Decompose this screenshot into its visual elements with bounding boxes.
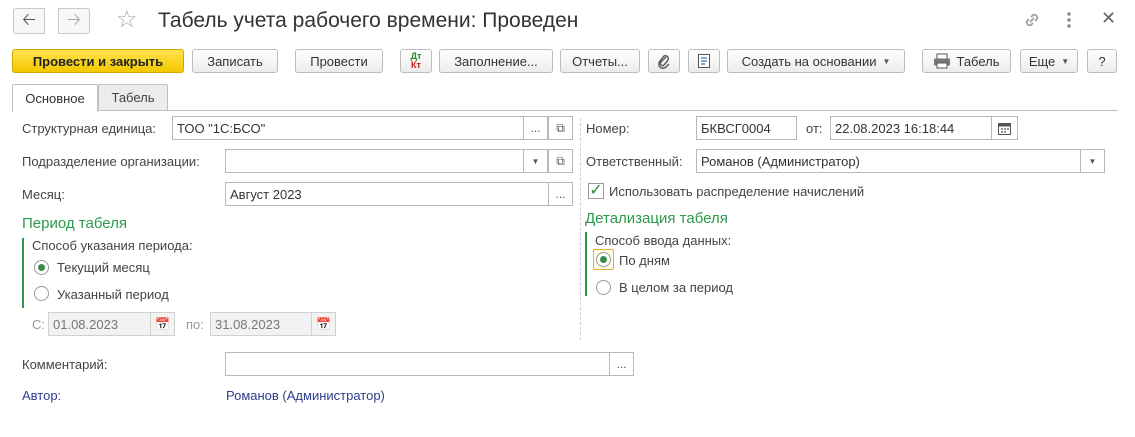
attach-button[interactable]: [648, 49, 680, 73]
tab-divider: [12, 110, 1118, 111]
caret-down-icon: ▼: [531, 156, 540, 166]
radio-specified-period[interactable]: [34, 286, 49, 301]
period-from-field[interactable]: 01.08.2023: [48, 312, 151, 336]
open-copy-icon: ⧉: [556, 153, 565, 168]
tab-timesheet[interactable]: Табель: [98, 84, 168, 110]
date-calendar-button[interactable]: [991, 116, 1018, 140]
document-icon: [697, 53, 711, 69]
struct-unit-field[interactable]: ТОО "1С:БСО": [172, 116, 524, 140]
more-vert-icon[interactable]: [1066, 10, 1072, 30]
page-title: Табель учета рабочего времени: Проведен: [158, 9, 579, 32]
tab-main[interactable]: Основное: [12, 84, 98, 112]
period-to-field[interactable]: 31.08.2023: [210, 312, 312, 336]
month-field[interactable]: Август 2023: [225, 182, 549, 206]
post-and-close-button[interactable]: Провести и закрыть: [12, 49, 184, 73]
date-field[interactable]: 22.08.2023 16:18:44: [830, 116, 992, 140]
caret-down-icon: ▼: [882, 56, 891, 66]
period-method-label: Способ указания периода:: [32, 238, 193, 253]
subdivision-dropdown-button[interactable]: ▼: [523, 149, 548, 173]
print-list-button[interactable]: [688, 49, 720, 73]
fill-button[interactable]: Заполнение...: [439, 49, 553, 73]
subdivision-open-button[interactable]: ⧉: [548, 149, 573, 173]
column-divider: [580, 118, 581, 340]
ellipsis-icon: ...: [555, 187, 566, 201]
subdivision-label: Подразделение организации:: [22, 154, 200, 169]
comment-edit-button[interactable]: ...: [609, 352, 634, 376]
comment-field[interactable]: [225, 352, 610, 376]
period-section-title: Период табеля: [22, 215, 127, 232]
printer-icon: [933, 53, 951, 69]
author-label: Автор:: [22, 388, 62, 403]
struct-unit-open-button[interactable]: ⧉: [548, 116, 573, 140]
detail-section-bar: [585, 232, 587, 296]
detail-section-title: Детализация табеля: [585, 210, 728, 227]
forward-button[interactable]: 🡢: [58, 8, 90, 34]
timesheet-print-button[interactable]: Табель: [922, 49, 1011, 73]
number-field[interactable]: БКВСГ0004: [696, 116, 797, 140]
back-button[interactable]: 🡠: [13, 8, 45, 34]
month-label: Месяц:: [22, 187, 65, 202]
calendar-icon: 📅: [316, 317, 331, 331]
detail-input-label: Способ ввода данных:: [595, 233, 732, 248]
dt-kt-icon: Дт Кт: [410, 51, 422, 70]
save-button[interactable]: Записать: [192, 49, 278, 73]
use-distribution-label: Использовать распределение начислений: [609, 184, 865, 199]
period-section-bar: [22, 238, 24, 308]
help-button[interactable]: ?: [1087, 49, 1117, 73]
use-distribution-checkbox[interactable]: ✓: [588, 183, 604, 199]
period-to-calendar-button[interactable]: 📅: [311, 312, 336, 336]
open-copy-icon: ⧉: [556, 120, 565, 135]
responsible-field[interactable]: Романов (Администратор): [696, 149, 1081, 173]
caret-down-icon: ▼: [1061, 56, 1070, 66]
paperclip-icon: [657, 53, 671, 69]
calendar-icon: [998, 122, 1011, 135]
struct-unit-select-button[interactable]: ...: [523, 116, 548, 140]
radio-specified-period-label: Указанный период: [57, 287, 169, 302]
date-label: от:: [806, 121, 823, 136]
more-button[interactable]: Еще ▼: [1020, 49, 1078, 73]
close-icon[interactable]: ✕: [1101, 8, 1116, 29]
arrow-right-icon: 🡢: [67, 9, 81, 29]
period-from-calendar-button[interactable]: 📅: [150, 312, 175, 336]
radio-current-month[interactable]: [34, 260, 49, 275]
radio-current-month-label: Текущий месяц: [57, 260, 150, 275]
period-to-label: по:: [186, 317, 204, 332]
responsible-label: Ответственный:: [586, 154, 683, 169]
struct-unit-label: Структурная единица:: [22, 121, 157, 136]
radio-whole-period[interactable]: [596, 280, 611, 295]
radio-whole-period-label: В целом за период: [619, 280, 733, 295]
calendar-icon: 📅: [155, 317, 170, 331]
favorite-star-icon[interactable]: ☆: [116, 8, 138, 32]
checkmark-icon: ✓: [589, 182, 603, 199]
reports-button[interactable]: Отчеты...: [560, 49, 640, 73]
radio-by-days[interactable]: [596, 252, 611, 267]
month-select-button[interactable]: ...: [548, 182, 573, 206]
ellipsis-icon: ...: [616, 357, 627, 371]
post-button[interactable]: Провести: [295, 49, 383, 73]
author-value[interactable]: Романов (Администратор): [226, 388, 385, 403]
number-label: Номер:: [586, 121, 630, 136]
arrow-left-icon: 🡠: [22, 9, 36, 29]
responsible-dropdown-button[interactable]: ▼: [1080, 149, 1105, 173]
link-icon[interactable]: [1022, 10, 1042, 30]
ellipsis-icon: ...: [530, 121, 541, 135]
period-from-label: С:: [32, 317, 45, 332]
dt-kt-button[interactable]: Дт Кт: [400, 49, 432, 73]
subdivision-field[interactable]: [225, 149, 524, 173]
radio-by-days-label: По дням: [619, 253, 670, 268]
create-based-on-button[interactable]: Создать на основании ▼: [727, 49, 905, 73]
caret-down-icon: ▼: [1088, 156, 1097, 166]
comment-label: Комментарий:: [22, 357, 108, 372]
